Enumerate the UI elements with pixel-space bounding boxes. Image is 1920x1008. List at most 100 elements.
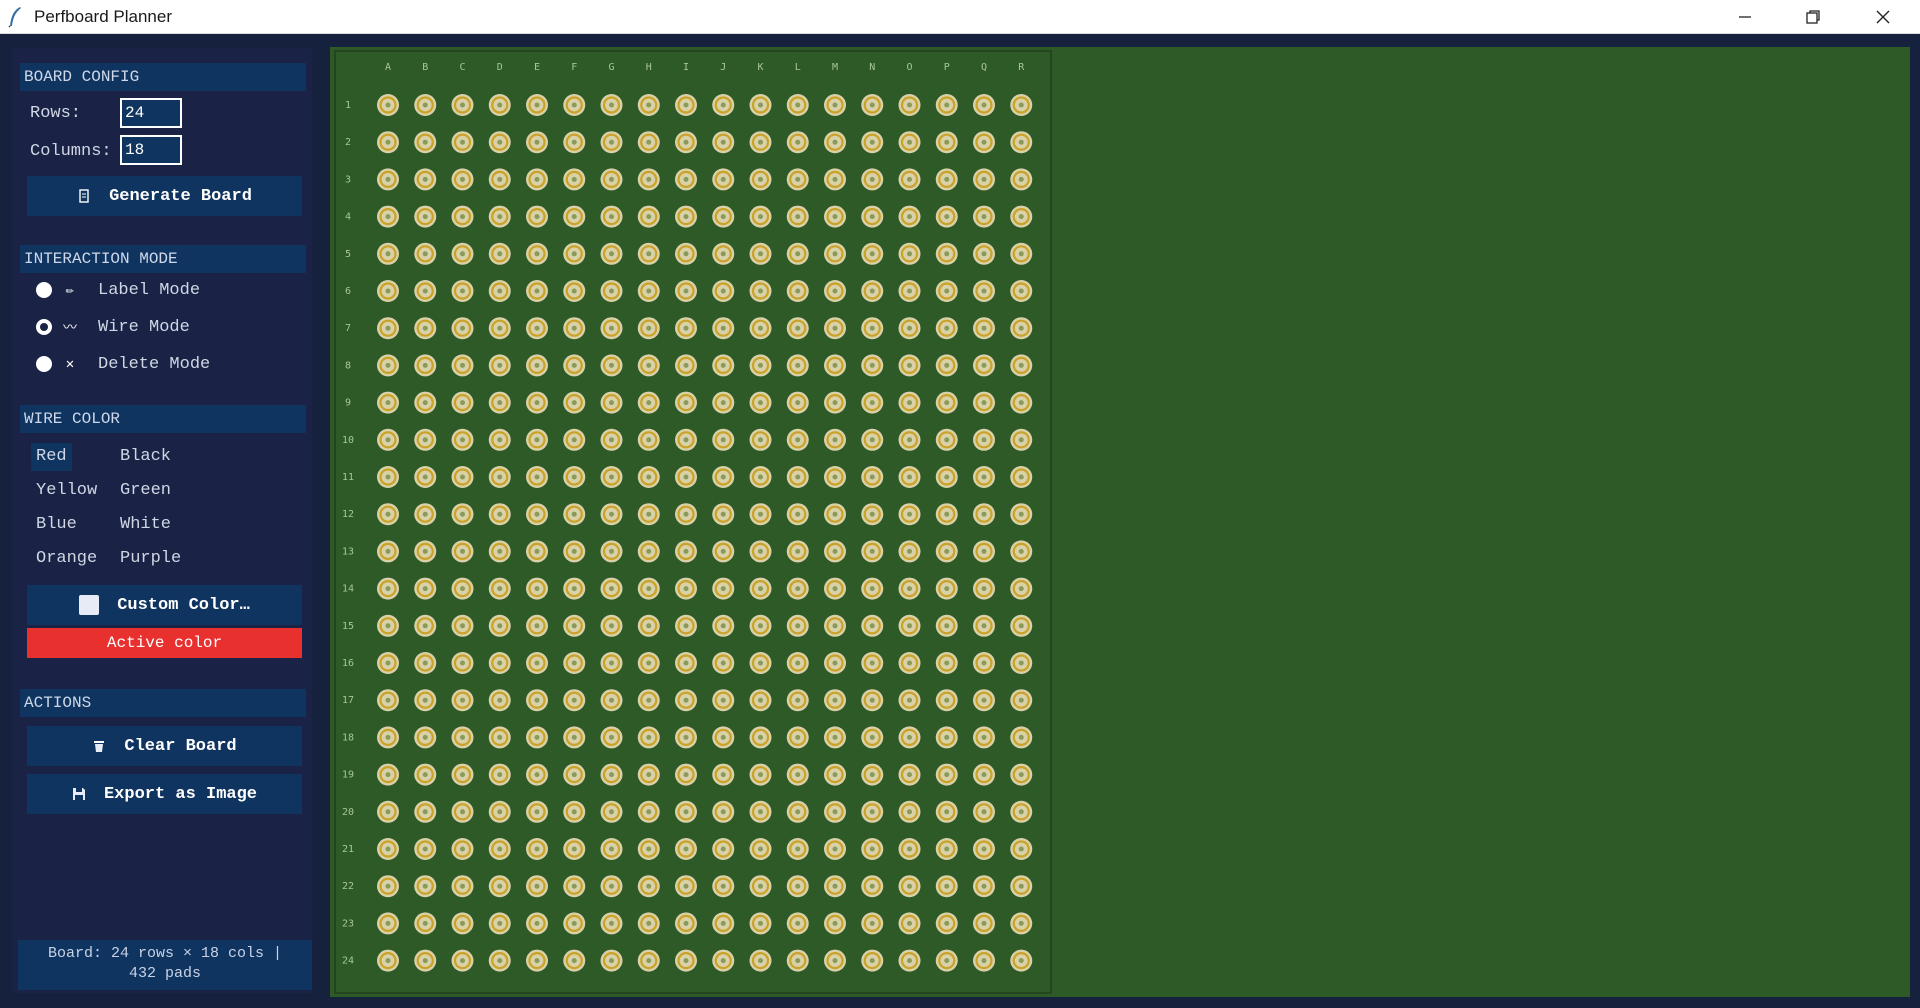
pad-D2[interactable] — [488, 131, 511, 154]
pad-M4[interactable] — [824, 205, 846, 228]
pad-R11[interactable] — [1010, 466, 1033, 488]
pad-D23[interactable] — [488, 912, 511, 935]
pad-I20[interactable] — [675, 800, 697, 823]
pad-L13[interactable] — [786, 540, 809, 563]
pad-K20[interactable] — [749, 800, 772, 823]
pad-E13[interactable] — [526, 540, 548, 563]
pad-P7[interactable] — [935, 317, 958, 340]
pad-I18[interactable] — [675, 726, 697, 749]
pad-N19[interactable] — [861, 763, 884, 786]
pad-B17[interactable] — [414, 689, 437, 712]
pad-J3[interactable] — [712, 168, 735, 191]
pad-I16[interactable] — [675, 652, 697, 674]
wire-color-blue[interactable]: Blue — [31, 511, 82, 539]
pad-L1[interactable] — [786, 94, 809, 116]
pad-E19[interactable] — [526, 763, 548, 786]
pad-F2[interactable] — [563, 131, 586, 154]
pad-D10[interactable] — [488, 428, 511, 451]
pad-H16[interactable] — [637, 652, 660, 674]
pad-E9[interactable] — [526, 391, 548, 414]
pad-J7[interactable] — [712, 317, 735, 340]
pad-D8[interactable] — [488, 354, 511, 377]
pad-P16[interactable] — [935, 652, 958, 674]
radio-button[interactable] — [36, 356, 52, 372]
pad-Q23[interactable] — [973, 912, 995, 935]
pad-J12[interactable] — [712, 503, 735, 526]
pad-N2[interactable] — [861, 131, 884, 154]
pad-G23[interactable] — [600, 912, 623, 935]
pad-F12[interactable] — [563, 503, 586, 526]
pad-C3[interactable] — [451, 168, 474, 191]
pad-L16[interactable] — [786, 652, 809, 674]
pad-N23[interactable] — [861, 912, 884, 935]
pad-I22[interactable] — [675, 875, 697, 898]
pad-M19[interactable] — [824, 763, 846, 786]
pad-A8[interactable] — [377, 354, 399, 377]
pad-B1[interactable] — [414, 94, 437, 116]
pad-M3[interactable] — [824, 168, 846, 191]
pad-R22[interactable] — [1010, 875, 1033, 898]
board-canvas[interactable]: A B C D E F G H I J K L M N O P Q R 1 2 3 4 5 6 7 8 9 10 11 12 13 14 15 1… — [330, 47, 1910, 997]
pad-L24[interactable] — [786, 949, 809, 972]
pad-H23[interactable] — [637, 912, 660, 935]
pad-K21[interactable] — [749, 838, 772, 860]
pad-J4[interactable] — [712, 205, 735, 228]
pad-M10[interactable] — [824, 428, 846, 451]
pad-Q13[interactable] — [973, 540, 995, 563]
pad-G20[interactable] — [600, 800, 623, 823]
pad-Q12[interactable] — [973, 503, 995, 526]
pad-J18[interactable] — [712, 726, 735, 749]
pad-B9[interactable] — [414, 391, 437, 414]
wire-color-green[interactable]: Green — [115, 477, 176, 505]
pad-Q9[interactable] — [973, 391, 995, 414]
pad-E8[interactable] — [526, 354, 548, 377]
pad-I14[interactable] — [675, 577, 697, 600]
pad-I15[interactable] — [675, 614, 697, 637]
pad-O3[interactable] — [898, 168, 921, 191]
pad-B13[interactable] — [414, 540, 437, 563]
pad-B2[interactable] — [414, 131, 437, 154]
pad-J15[interactable] — [712, 614, 735, 637]
pad-E18[interactable] — [526, 726, 548, 749]
pad-R9[interactable] — [1010, 391, 1033, 414]
pad-A12[interactable] — [377, 503, 399, 526]
pad-M1[interactable] — [824, 94, 846, 116]
pad-F20[interactable] — [563, 800, 586, 823]
pad-R24[interactable] — [1010, 949, 1033, 972]
pad-F1[interactable] — [563, 94, 586, 116]
pad-Q21[interactable] — [973, 838, 995, 860]
pad-I7[interactable] — [675, 317, 697, 340]
pad-N5[interactable] — [861, 242, 884, 265]
pad-N22[interactable] — [861, 875, 884, 898]
pad-O22[interactable] — [898, 875, 921, 898]
pad-P13[interactable] — [935, 540, 958, 563]
pad-K14[interactable] — [749, 577, 772, 600]
pad-P20[interactable] — [935, 800, 958, 823]
pad-C13[interactable] — [451, 540, 474, 563]
pad-M6[interactable] — [824, 280, 846, 302]
pad-L6[interactable] — [786, 280, 809, 302]
pad-Q15[interactable] — [973, 614, 995, 637]
pad-B4[interactable] — [414, 205, 437, 228]
pad-K6[interactable] — [749, 280, 772, 302]
radio-button[interactable] — [36, 319, 52, 335]
pad-P23[interactable] — [935, 912, 958, 935]
pad-R21[interactable] — [1010, 838, 1033, 860]
pad-K5[interactable] — [749, 242, 772, 265]
pad-P4[interactable] — [935, 205, 958, 228]
pad-D11[interactable] — [488, 466, 511, 488]
wire-color-white[interactable]: White — [115, 511, 176, 539]
pad-F6[interactable] — [563, 280, 586, 302]
pad-D9[interactable] — [488, 391, 511, 414]
pad-F24[interactable] — [563, 949, 586, 972]
pad-K24[interactable] — [749, 949, 772, 972]
pad-M2[interactable] — [824, 131, 846, 154]
pad-L10[interactable] — [786, 428, 809, 451]
pad-F15[interactable] — [563, 614, 586, 637]
pad-Q18[interactable] — [973, 726, 995, 749]
pad-J13[interactable] — [712, 540, 735, 563]
pad-G22[interactable] — [600, 875, 623, 898]
pad-A20[interactable] — [377, 800, 399, 823]
pad-R12[interactable] — [1010, 503, 1033, 526]
pad-D15[interactable] — [488, 614, 511, 637]
